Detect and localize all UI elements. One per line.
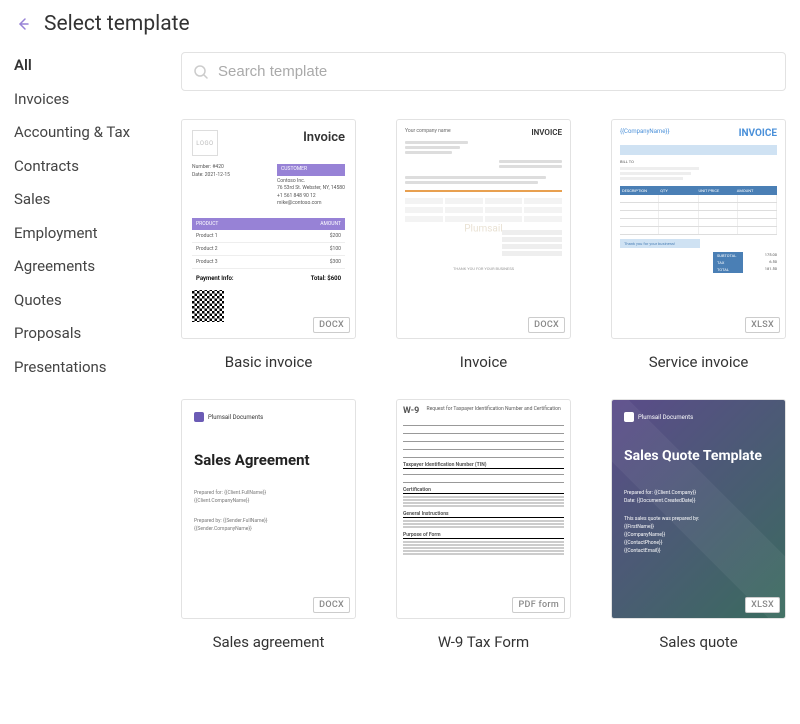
template-card-service-invoice[interactable]: {{CompanyName}} INVOICE BILL TO DESCRIPT… [611,119,786,371]
thumb-text: THANK YOU FOR YOUR BUSINESS [405,266,562,271]
sidebar-item-quotes[interactable]: Quotes [14,291,159,311]
thumb-heading: W-9 [403,406,419,416]
thumb-text: Product 1 [196,233,330,239]
thumb-text: 76 53rd St. Webster, NY, 14580 [277,185,345,193]
sidebar-item-presentations[interactable]: Presentations [14,358,159,378]
template-thumbnail: {{CompanyName}} INVOICE BILL TO DESCRIPT… [611,119,786,339]
template-card-invoice[interactable]: Your company name INVOICE Plumsail [396,119,571,371]
search-input[interactable] [181,52,786,91]
thumb-text: SUBTOTAL [713,252,743,259]
thumb-text: PRODUCT [196,221,320,227]
template-title: Sales quote [659,633,737,651]
sidebar-item-proposals[interactable]: Proposals [14,324,159,344]
thumb-text: Purpose of Form [403,532,564,539]
sidebar-item-all[interactable]: All [14,56,159,76]
thumb-text: This sales quote was prepared by: {{Firs… [624,515,773,555]
thumb-text: Total: $600 [311,275,341,282]
template-thumbnail: LOGO Invoice Number: #420 Date: 2021-12-… [181,119,356,339]
brand-icon [624,412,634,422]
thumb-text: Product 2 [196,246,330,252]
category-sidebar: All Invoices Accounting & Tax Contracts … [14,52,159,651]
thumb-text: CUSTOMER [277,164,345,176]
thumb-text: $100 [330,246,341,252]
thumb-text: TAX [713,259,743,266]
thumb-heading: Invoice [303,130,345,145]
thumb-text: Certification [403,487,564,494]
brand-icon [194,412,204,422]
file-type-badge: XLSX [745,597,780,613]
template-card-basic-invoice[interactable]: LOGO Invoice Number: #420 Date: 2021-12-… [181,119,356,371]
thumb-text: AMOUNT [320,221,341,227]
thumb-heading: INVOICE [531,128,562,137]
thumb-text: AMOUNT [737,188,775,193]
template-title: Basic invoice [225,353,313,371]
thumb-text: UNIT PRICE [699,188,737,193]
thumb-text: QTY [660,188,698,193]
thumb-heading: Sales Agreement [194,452,343,469]
template-title: Invoice [460,353,508,371]
thumb-text: Plumsail Documents [638,414,693,421]
logo-placeholder: LOGO [192,130,218,156]
thumb-text: Your company name [405,128,451,137]
thumb-text: Date: 2021-12-15 [192,172,230,180]
thumb-text: Number: #420 [192,164,230,172]
template-title: W-9 Tax Form [438,633,529,651]
thumb-heading: Sales Quote Template [624,448,773,465]
sidebar-item-employment[interactable]: Employment [14,224,159,244]
thumb-text: +1 561 848 90 12 [277,193,345,201]
thumb-text: $300 [330,259,341,265]
thumb-text: General Instructions [403,511,564,518]
thumb-text: Thank you for your business! [620,239,700,248]
thumb-text: mike@contoso.com [277,200,345,208]
thumb-text: Prepared by: {{Sender.FullName}} {{Sende… [194,517,343,533]
file-type-badge: XLSX [745,317,780,333]
thumb-heading: INVOICE [739,128,777,139]
page-title: Select template [44,12,190,36]
thumb-text: {{CompanyName}} [620,128,669,139]
qr-code-icon [192,290,224,322]
template-thumbnail: Plumsail Documents Sales Agreement Prepa… [181,399,356,619]
thumb-text: Prepared for: {{Client.Company}} Date: {… [624,489,773,505]
thumb-text: BILL TO [620,159,777,165]
template-thumbnail: W-9 Request for Taxpayer Identification … [396,399,571,619]
thumb-text: Request for Taxpayer Identification Numb… [423,406,564,416]
thumb-text: Prepared for: {{Client.FullName}} {{Clie… [194,489,343,505]
thumb-text: Contoso Inc. [277,178,345,186]
template-card-sales-agreement[interactable]: Plumsail Documents Sales Agreement Prepa… [181,399,356,651]
thumb-text: DESCRIPTION [622,188,660,193]
thumb-text: Payment Info: [196,275,234,282]
file-type-badge: DOCX [528,317,565,333]
sidebar-item-sales[interactable]: Sales [14,190,159,210]
sidebar-item-accounting-tax[interactable]: Accounting & Tax [14,123,159,143]
back-arrow-icon[interactable] [14,15,32,33]
file-type-badge: DOCX [313,317,350,333]
watermark: Plumsail [464,224,503,235]
search-icon [193,64,209,80]
thumb-text: Product 3 [196,259,330,265]
thumb-text: Plumsail Documents [208,414,263,421]
sidebar-item-contracts[interactable]: Contracts [14,157,159,177]
template-card-sales-quote[interactable]: Plumsail Documents Sales Quote Template … [611,399,786,651]
template-card-w9[interactable]: W-9 Request for Taxpayer Identification … [396,399,571,651]
file-type-badge: PDF form [512,597,565,613]
sidebar-item-agreements[interactable]: Agreements [14,257,159,277]
thumb-text: TOTAL [713,266,743,273]
template-title: Service invoice [649,353,749,371]
sidebar-item-invoices[interactable]: Invoices [14,90,159,110]
thumb-text: $200 [330,233,341,239]
file-type-badge: DOCX [313,597,350,613]
template-title: Sales agreement [213,633,325,651]
thumb-text: Taxpayer Identification Number (TIN) [403,462,564,469]
template-thumbnail: Your company name INVOICE Plumsail [396,119,571,339]
template-thumbnail: Plumsail Documents Sales Quote Template … [611,399,786,619]
